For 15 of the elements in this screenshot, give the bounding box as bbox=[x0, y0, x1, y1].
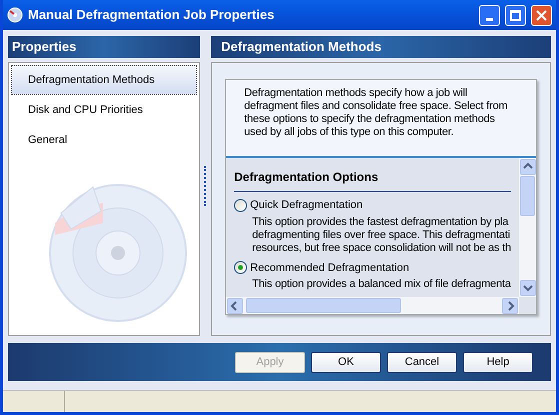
panel-header: Defragmentation Methods bbox=[211, 36, 551, 58]
section-title: Defragmentation Options bbox=[234, 168, 511, 192]
panel-header: Properties bbox=[8, 36, 200, 58]
option-description: This option provides the fastest defragmentation by pla defragmenting files over free space. This defragmentati resources, but free space consolidation will not be as th bbox=[251, 216, 511, 254]
window-title: Manual Defragmentation Job Properties bbox=[28, 6, 276, 24]
dialog-button[interactable]: Help bbox=[463, 352, 533, 372]
radio-label: Recommended Defragmentation bbox=[250, 260, 410, 276]
sidebar-item[interactable]: Defragmentation Methods bbox=[11, 65, 198, 95]
sidebar-item[interactable]: Disk and CPU Priorities bbox=[11, 95, 198, 125]
dialog-button[interactable]: OK bbox=[311, 352, 381, 372]
sidebar-item[interactable]: General bbox=[11, 125, 198, 155]
dialog-button[interactable]: Cancel bbox=[387, 352, 457, 372]
radio-label: Quick Defragmentation bbox=[250, 198, 363, 213]
description-text: Defragmentation methods specify how a job will defragment files and consolidate free space. Select from these options to specify the defragmentation methods used by all jobs of this type on this computer. bbox=[244, 87, 508, 139]
option-description: This option provides a balanced mix of file defragmenta bbox=[251, 278, 511, 291]
